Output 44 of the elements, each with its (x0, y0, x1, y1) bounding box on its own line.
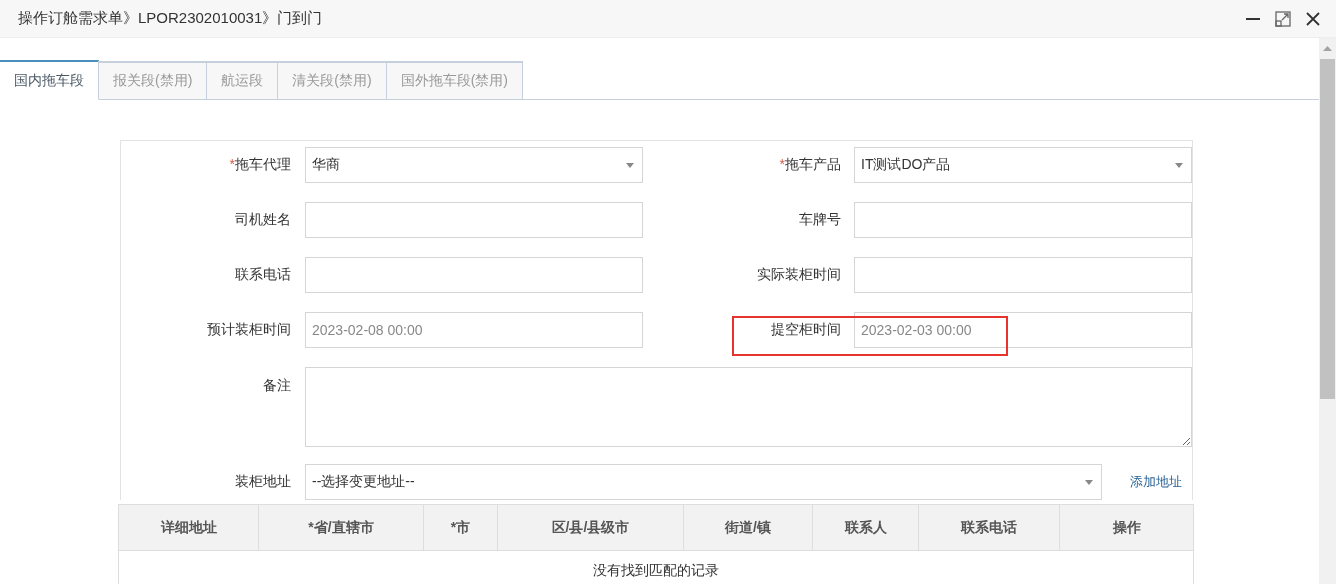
window-title: 操作订舱需求单》LPOR2302010031》门到门 (18, 9, 324, 28)
column-header: 联系人 (813, 505, 919, 550)
select-field[interactable]: IT测试DO产品 (854, 147, 1192, 183)
field-label: 车牌号 (798, 211, 842, 229)
input-field[interactable] (305, 257, 643, 293)
input-field[interactable] (854, 202, 1192, 238)
select-field[interactable]: --选择变更地址-- (305, 464, 1102, 500)
maximize-icon (1275, 10, 1291, 27)
field-label: *拖车产品 (778, 156, 842, 174)
maximize-button[interactable] (1274, 9, 1292, 28)
empty-message: 没有找到匹配的记录 (119, 550, 1193, 584)
field-label: 提空柜时间 (770, 321, 842, 339)
remark-field[interactable] (305, 367, 1192, 447)
input-field[interactable] (854, 257, 1192, 293)
date-field[interactable]: 2023-02-08 00:00 (305, 312, 643, 348)
field-label: 预计装柜时间 (206, 321, 292, 339)
tab[interactable]: 国外拖车段(禁用) (385, 61, 523, 99)
column-header: *省/直辖市 (259, 505, 424, 550)
field-label: 司机姓名 (234, 211, 292, 229)
tab[interactable]: 国内拖车段 (0, 60, 99, 100)
select-field[interactable]: 华商 (305, 147, 643, 183)
field-label: *拖车代理 (228, 156, 292, 174)
column-header: 详细地址 (119, 505, 259, 550)
tab[interactable]: 报关段(禁用) (98, 61, 208, 99)
tab[interactable]: 航运段 (206, 61, 279, 99)
close-button[interactable] (1304, 9, 1322, 28)
input-field[interactable] (305, 202, 643, 238)
column-header: 联系电话 (919, 505, 1060, 550)
close-icon (1305, 10, 1321, 27)
column-header: 街道/镇 (684, 505, 813, 550)
caret-icon (626, 163, 634, 168)
date-field[interactable]: 2023-02-03 00:00 (854, 312, 1192, 348)
column-header: 操作 (1111, 517, 1142, 537)
field-label: 备注 (262, 376, 292, 395)
field-label: 装柜地址 (234, 473, 292, 491)
field-label: 实际装柜时间 (756, 266, 842, 284)
column-header: *市 (424, 505, 498, 550)
caret-icon (1085, 480, 1093, 485)
tab[interactable]: 清关段(禁用) (277, 61, 387, 99)
caret-icon (1175, 163, 1183, 168)
column-header: 区/县/县级市 (498, 505, 684, 550)
field-label: 联系电话 (234, 266, 292, 284)
minimize-icon (1245, 17, 1261, 20)
add-address-link[interactable]: 添加地址 (1102, 473, 1192, 491)
